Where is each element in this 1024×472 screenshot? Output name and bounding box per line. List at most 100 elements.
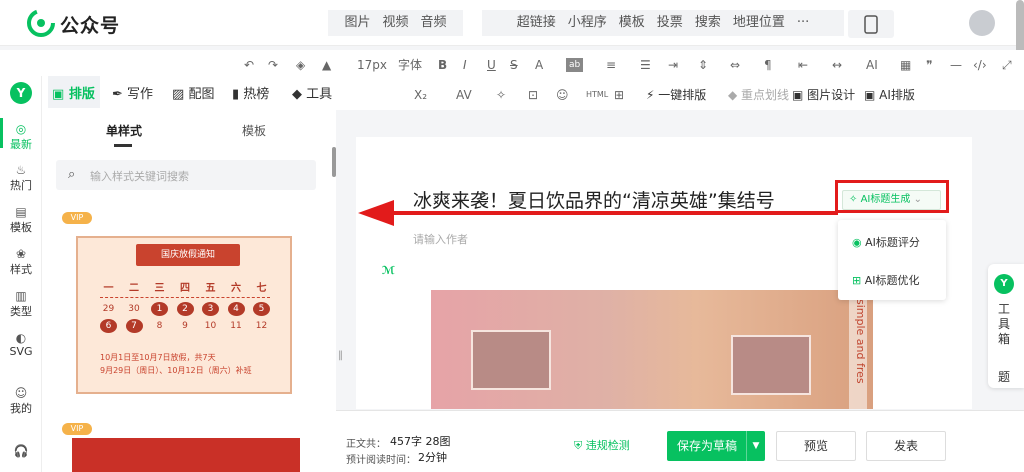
chart-icon[interactable]: ⊡ (528, 86, 538, 104)
font-size-select[interactable]: 17px (357, 56, 387, 74)
table-icon[interactable]: ▦ (900, 56, 911, 74)
card-note: 9月29日（周日）、10月12日（周六）补班 (100, 366, 252, 375)
font-family-select[interactable]: 字体 (398, 56, 422, 74)
divider-icon[interactable]: — (950, 56, 962, 74)
underline-button[interactable]: U (487, 56, 496, 74)
indent-icon[interactable]: ⇥ (668, 56, 678, 74)
highlight-line-button[interactable]: ◆ 重点划线 (728, 86, 789, 104)
image-design-button[interactable]: ▣ 图片设计 (792, 86, 855, 104)
align-icon[interactable]: ≡ (606, 56, 616, 74)
format-brush-icon[interactable]: ◈ (296, 56, 305, 74)
tab-hotlist[interactable]: ▮ 热榜 (232, 83, 269, 102)
rail-item-type[interactable]: ▥ 类型 (0, 289, 42, 319)
list-icon[interactable]: ☰ (640, 56, 651, 74)
spacing-icon[interactable]: ⇔ (730, 56, 740, 74)
redo-icon[interactable]: ↷ (268, 56, 278, 74)
one-click-layout-button[interactable]: ⚡ 一键排版 (646, 86, 706, 104)
emoji-icon[interactable]: ☺ (556, 86, 569, 104)
ai-assistant-icon[interactable]: ℳ (382, 264, 400, 282)
headset-icon[interactable]: 🎧 (0, 444, 42, 458)
score-icon: ◉ (852, 236, 862, 249)
insert-search-button[interactable]: 搜索 (689, 10, 727, 36)
paragraph-icon[interactable]: ¶ (764, 56, 772, 74)
subtab-single-style[interactable]: 单样式 (106, 122, 142, 139)
subtab-template[interactable]: 模板 (242, 122, 266, 139)
tab-tools[interactable]: ◆ 工具 (292, 83, 332, 102)
image-window (471, 330, 551, 390)
calendar-weekdays: 一二三四五六七 (103, 283, 267, 294)
pen-icon: ✒ (112, 87, 123, 102)
panel-scrollbar[interactable] (332, 147, 336, 177)
toolbox-label: 箱 (998, 332, 1011, 346)
style-card-red[interactable] (72, 438, 300, 472)
tab-image[interactable]: ▨ 配图 (172, 83, 214, 102)
rail-item-mine[interactable]: ☺ 我的 (0, 386, 42, 416)
insert-miniprogram-button[interactable]: 小程序 (562, 10, 613, 36)
calendar-row: 6 7 8 9 10 11 12 (100, 317, 270, 334)
undo-icon[interactable]: ↶ (244, 56, 254, 74)
ai-layout-button[interactable]: ▣ AI排版 (864, 86, 915, 104)
rail-item-template[interactable]: ▤ 模板 (0, 205, 42, 235)
rail-item-hot[interactable]: ♨ 热门 (0, 163, 42, 193)
line-height-icon[interactable]: ⇕ (698, 56, 708, 74)
fullscreen-icon[interactable]: ⤢ (1002, 56, 1012, 74)
search-placeholder: 输入样式关键词搜索 (90, 170, 189, 183)
letter-spacing-icon[interactable]: ↔ (832, 56, 842, 74)
magic-wand-icon[interactable]: ✧ (496, 86, 506, 104)
kerning-button[interactable]: AV (456, 86, 472, 104)
font-color-button[interactable]: A (535, 56, 543, 74)
mobile-preview-button[interactable] (848, 10, 894, 38)
rail-item-svg[interactable]: ◐ SVG (0, 331, 42, 358)
insert-video-button[interactable]: 视频 (376, 10, 414, 36)
insert-vote-button[interactable]: 投票 (651, 10, 689, 36)
more-button[interactable]: ··· (791, 10, 815, 36)
insert-link-button[interactable]: 超链接 (511, 10, 562, 36)
style-panel: 单样式 模板 ⌕ 输入样式关键词搜索 VIP 国庆放假通知 一二三四五六七 29… (42, 108, 336, 472)
read-time-value: 2分钟 (418, 451, 447, 464)
tab-writing[interactable]: ✒ 写作 (112, 83, 153, 102)
resize-handle[interactable]: ‖ (338, 350, 343, 361)
highlight-color-icon[interactable]: ab (566, 58, 584, 72)
quote-icon[interactable]: ❞ (926, 56, 932, 74)
strike-button[interactable]: S (510, 56, 518, 74)
shield-icon: ⛨ (574, 439, 583, 452)
text-indent-icon[interactable]: ⇤ (798, 56, 808, 74)
ai-title-score-item[interactable]: ◉ AI标题评分 (852, 234, 920, 250)
card-note: 10月1日至10月7日放假，共7天 (100, 353, 216, 362)
insert-template-button[interactable]: 模板 (613, 10, 651, 36)
publish-button[interactable]: 发表 (866, 431, 946, 461)
bold-button[interactable]: B (438, 56, 447, 74)
toolbox-extra[interactable]: 题 (998, 368, 1010, 385)
ai-title-optimize-item[interactable]: ⊞ AI标题优化 (852, 272, 920, 288)
avatar[interactable] (969, 10, 995, 36)
briefcase-icon[interactable]: ⊞ (614, 86, 624, 104)
clear-format-icon[interactable]: ▲ (322, 56, 331, 74)
read-time-label: 预计阅读时间： (346, 455, 416, 466)
ai-text-icon[interactable]: AI (866, 56, 878, 74)
save-dropdown-chevron-icon[interactable]: ▼ (746, 431, 765, 461)
code-icon[interactable]: ‹/› (973, 56, 987, 74)
html-icon[interactable]: HTML (586, 86, 608, 104)
insert-image-button[interactable]: 图片 (338, 10, 376, 36)
rail-item-latest[interactable]: ◎ 最新 (0, 122, 42, 152)
calendar-row: 29 30 1 2 3 4 5 (100, 300, 270, 317)
user-icon: ☺ (14, 386, 28, 400)
rail-item-style[interactable]: ❀ 样式 (0, 247, 42, 277)
tab-layout[interactable]: ▣ 排版 (52, 83, 95, 102)
calendar: 一二三四五六七 29 30 1 2 3 4 5 6 7 8 9 10 11 12 (100, 278, 270, 334)
phone-icon (864, 15, 878, 34)
italic-button[interactable]: I (463, 56, 467, 74)
page-scrollbar[interactable] (1016, 0, 1024, 55)
chevron-down-icon: ⌄ (913, 194, 922, 205)
author-input[interactable]: 请输入作者 (413, 231, 468, 247)
type-icon: ▥ (15, 289, 27, 303)
article-image[interactable] (431, 290, 873, 409)
insert-location-button[interactable]: 地理位置 (727, 10, 791, 36)
compliance-check-button[interactable]: ⛨ 违规检测 (574, 437, 630, 453)
subtab-underline (114, 144, 132, 147)
preview-button[interactable]: 预览 (776, 431, 856, 461)
insert-audio-button[interactable]: 音频 (415, 10, 453, 36)
ai-title-generate-button[interactable]: ✧ AI标题生成 ⌄ (842, 190, 941, 210)
word-count-label: 正文共： (346, 439, 386, 450)
subscript-button[interactable]: X₂ (414, 86, 427, 104)
